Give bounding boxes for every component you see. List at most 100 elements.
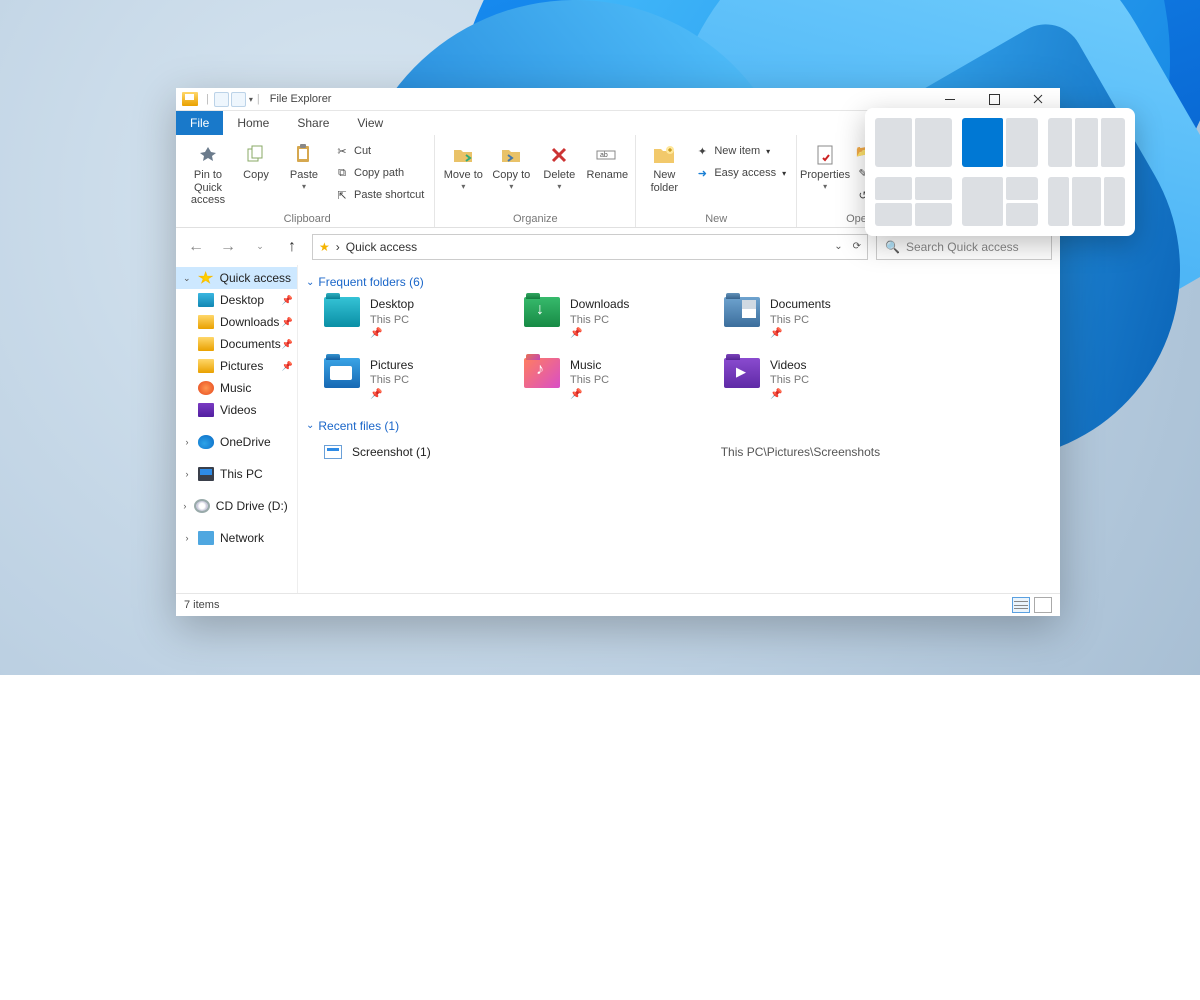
sidebar-item-this-pc[interactable]: › This PC (176, 463, 297, 485)
snap-layout-1[interactable] (875, 118, 952, 167)
cut-button[interactable]: ✂Cut (330, 141, 428, 161)
refresh-button[interactable]: ⟳ (853, 241, 861, 252)
search-box[interactable]: 🔍 Search Quick access (876, 234, 1052, 260)
qat-properties-button[interactable] (214, 92, 229, 107)
folder-name: Documents (770, 297, 831, 313)
sidebar-item-cd-drive[interactable]: › CD Drive (D:) VirtualBox (176, 495, 297, 517)
window-title: File Explorer (270, 93, 332, 105)
onedrive-icon (198, 435, 214, 449)
pictures-folder-icon (324, 358, 360, 388)
new-item-button[interactable]: ✦New item▾ (690, 141, 790, 161)
tab-share[interactable]: Share (283, 111, 343, 135)
folder-location: This PC (370, 313, 414, 327)
recent-file-name: Screenshot (1) (352, 445, 431, 459)
delete-button[interactable]: Delete▾ (537, 139, 581, 191)
sidebar-item-desktop[interactable]: Desktop📌 (176, 289, 297, 311)
easy-access-button[interactable]: ➜Easy access▾ (690, 163, 790, 183)
music-icon (198, 381, 214, 395)
app-icon (182, 92, 198, 106)
sidebar-item-pictures[interactable]: Pictures📌 (176, 355, 297, 377)
new-folder-icon (649, 141, 679, 169)
snap-layout-2[interactable] (962, 118, 1039, 167)
folder-item-videos[interactable]: Videos This PC 📌 (724, 358, 884, 401)
folder-location: This PC (570, 313, 629, 327)
folder-item-downloads[interactable]: Downloads This PC 📌 (524, 297, 684, 340)
tab-view[interactable]: View (343, 111, 397, 135)
pin-quick-access-button[interactable]: Pin to Quick access (186, 139, 230, 207)
details-view-button[interactable] (1012, 597, 1030, 613)
content-pane[interactable]: ⌄ Frequent folders (6) Desktop This PC 📌… (298, 265, 1060, 593)
section-frequent-folders[interactable]: ⌄ Frequent folders (6) (306, 275, 1046, 289)
music-folder-icon (524, 358, 560, 388)
move-to-button[interactable]: Move to▾ (441, 139, 485, 191)
ribbon-group-new: New folder ✦New item▾ ➜Easy access▾ New (636, 135, 797, 227)
status-bar: 7 items (176, 593, 1060, 616)
sidebar-item-documents[interactable]: Documents📌 (176, 333, 297, 355)
qat-new-folder-button[interactable] (231, 92, 246, 107)
star-icon: ★ (319, 240, 330, 254)
shortcut-icon: ⇱ (334, 187, 350, 203)
sidebar-item-quick-access[interactable]: ⌄ Quick access (176, 267, 297, 289)
copy-to-icon (496, 141, 526, 169)
paste-shortcut-button[interactable]: ⇱Paste shortcut (330, 185, 428, 205)
chevron-right-icon: › (182, 501, 188, 511)
copy-icon (241, 141, 271, 169)
snap-layout-6[interactable] (1048, 177, 1125, 226)
back-button[interactable]: ← (184, 235, 208, 259)
image-file-icon (324, 445, 342, 459)
copy-button[interactable]: Copy (234, 139, 278, 182)
recent-locations-button[interactable]: ⌄ (248, 235, 272, 259)
snap-layout-4[interactable] (875, 177, 952, 226)
paste-button[interactable]: Paste ▾ (282, 139, 326, 191)
downloads-folder-icon (524, 297, 560, 327)
folder-item-music[interactable]: Music This PC 📌 (524, 358, 684, 401)
properties-button[interactable]: Properties▾ (803, 139, 847, 191)
navigation-pane[interactable]: ⌄ Quick access Desktop📌 Downloads📌 Docum… (176, 265, 298, 593)
qat-customize-icon[interactable]: ▾ (249, 95, 253, 104)
pin-icon: 📌 (282, 295, 293, 306)
up-button[interactable]: ↑ (280, 235, 304, 259)
snap-layout-5[interactable] (962, 177, 1039, 226)
sidebar-item-onedrive[interactable]: › OneDrive (176, 431, 297, 453)
chevron-down-icon: ⌄ (306, 420, 314, 431)
pictures-icon (198, 359, 214, 373)
pin-icon: 📌 (282, 317, 293, 328)
sidebar-item-videos[interactable]: Videos (176, 399, 297, 421)
videos-icon (198, 403, 214, 417)
address-dropdown-icon[interactable]: ⌄ (834, 241, 842, 252)
chevron-right-icon: › (182, 437, 192, 447)
sidebar-item-network[interactable]: › Network (176, 527, 297, 549)
folder-item-pictures[interactable]: Pictures This PC 📌 (324, 358, 484, 401)
pin-icon: 📌 (282, 361, 293, 372)
desktop-icon (198, 293, 214, 307)
folder-item-desktop[interactable]: Desktop This PC 📌 (324, 297, 484, 340)
desktop-folder-icon (324, 297, 360, 327)
address-bar[interactable]: ★ › Quick access ⌄ ⟳ (312, 234, 868, 260)
rename-button[interactable]: ab Rename (585, 139, 629, 182)
star-icon (198, 271, 214, 285)
new-item-icon: ✦ (694, 143, 710, 159)
pin-icon: 📌 (370, 327, 414, 340)
cd-icon (194, 499, 210, 513)
address-location[interactable]: Quick access (346, 240, 417, 254)
move-to-icon (448, 141, 478, 169)
forward-button[interactable]: → (216, 235, 240, 259)
pin-icon: 📌 (282, 339, 293, 350)
folder-name: Downloads (570, 297, 629, 313)
tab-file[interactable]: File (176, 111, 223, 135)
copy-path-button[interactable]: ⧉Copy path (330, 163, 428, 183)
large-icons-view-button[interactable] (1034, 597, 1052, 613)
recent-file-item[interactable]: Screenshot (1) This PC\Pictures\Screensh… (306, 441, 1046, 463)
properties-icon (810, 141, 840, 169)
tab-home[interactable]: Home (223, 111, 283, 135)
sidebar-item-downloads[interactable]: Downloads📌 (176, 311, 297, 333)
chevron-down-icon: ⌄ (306, 277, 314, 288)
paste-icon (289, 141, 319, 169)
new-folder-button[interactable]: New folder (642, 139, 686, 194)
sidebar-item-music[interactable]: Music (176, 377, 297, 399)
snap-layout-3[interactable] (1048, 118, 1125, 167)
folder-item-documents[interactable]: Documents This PC 📌 (724, 297, 884, 340)
rename-icon: ab (592, 141, 622, 169)
section-recent-files[interactable]: ⌄ Recent files (1) (306, 419, 1046, 433)
copy-to-button[interactable]: Copy to▾ (489, 139, 533, 191)
